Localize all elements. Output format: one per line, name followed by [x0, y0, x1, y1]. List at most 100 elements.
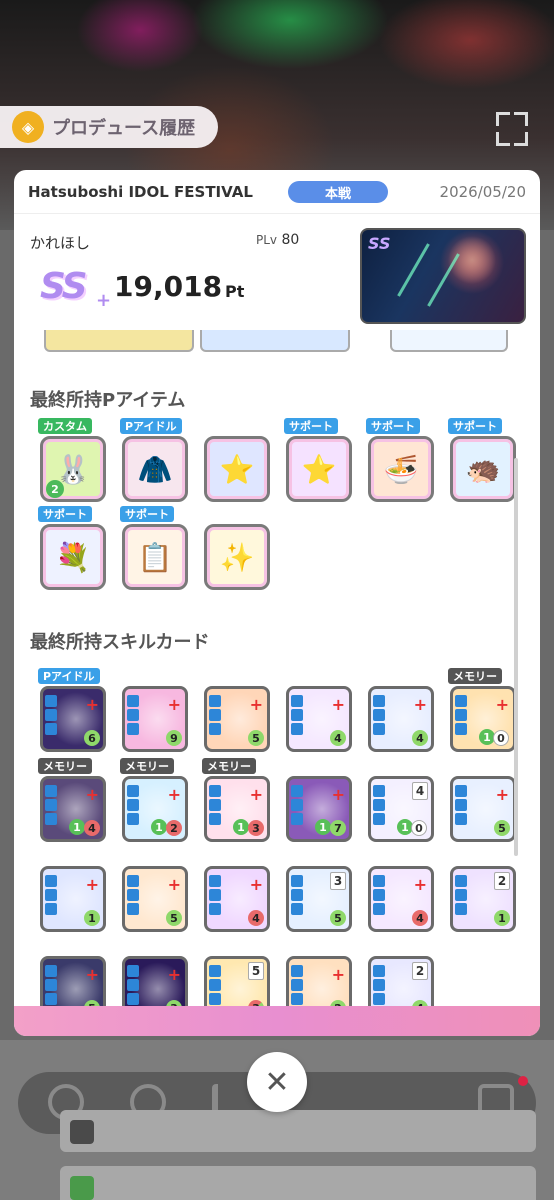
item-tag: サポート [38, 506, 92, 522]
effect-icon [127, 695, 139, 707]
p-item[interactable]: ⭐ [202, 434, 272, 504]
item-tag: サポート [366, 418, 420, 434]
effect-icon [127, 813, 139, 825]
item-tag: Pアイドル [120, 418, 182, 434]
scrollbar[interactable] [514, 458, 518, 856]
skill-card[interactable]: +9 [120, 684, 190, 754]
effect-icon [291, 903, 303, 915]
plv-label: PLv [256, 233, 278, 247]
effect-icon [209, 993, 221, 1005]
skill-card[interactable]: 24 [366, 954, 436, 1006]
crystal-icon: +1 4 [40, 776, 106, 842]
skill-card[interactable]: メモリー +1 4 [38, 758, 108, 844]
skill-card[interactable]: +4 [202, 864, 272, 934]
clapping-hands-icon: +5 [204, 686, 270, 752]
effect-icon [373, 993, 385, 1005]
stage-light [397, 243, 430, 297]
upgraded-plus-icon: + [85, 965, 99, 984]
effect-icons [209, 785, 223, 825]
skill-cost: 3 [248, 820, 264, 836]
effect-icons [45, 785, 59, 825]
skill-cost: 4 [84, 820, 100, 836]
skill-tag: メモリー [38, 758, 92, 774]
charm-bracelet-icon: ⭐ [286, 436, 352, 502]
signature-icon: 410 [368, 776, 434, 842]
skill-card[interactable]: +1 7 [284, 774, 354, 844]
skill-card[interactable]: メモリー +1 3 [202, 758, 272, 844]
skill-card[interactable]: 410 [366, 774, 436, 844]
p-item[interactable]: サポート 📋 [120, 506, 190, 592]
p-item[interactable]: サポート ⭐ [284, 418, 354, 504]
penlight-icon: ✨ [204, 524, 270, 590]
skill-cost: 9 [166, 730, 182, 746]
upgraded-plus-icon: + [167, 785, 181, 804]
effect-icons [127, 875, 141, 915]
effect-icons [127, 965, 141, 1005]
p-item[interactable]: サポート 💐 [38, 506, 108, 592]
skill-card[interactable]: 53 [202, 954, 272, 1006]
upgraded-plus-icon: + [413, 695, 427, 714]
effect-icons [127, 785, 141, 825]
close-button[interactable]: ✕ [247, 1052, 307, 1112]
effect-icon [45, 799, 57, 811]
skill-card[interactable]: 35 [284, 864, 354, 934]
skill-cost: 4 [248, 910, 264, 926]
skill-card[interactable]: +2 [284, 954, 354, 1006]
effect-icon [45, 723, 57, 735]
skill-card[interactable]: +5 [38, 954, 108, 1006]
cost-zero: 0 [493, 730, 509, 746]
skill-card[interactable]: メモリー +1 2 [120, 758, 190, 844]
upgraded-plus-icon: + [331, 785, 345, 804]
mascot-icon: +2 [286, 956, 352, 1006]
p-item[interactable]: ✨ [202, 522, 272, 592]
effect-icon [373, 979, 385, 991]
effect-icons [209, 875, 223, 915]
star-badge-icon: ⭐ [204, 436, 270, 502]
upgraded-plus-icon: + [167, 695, 181, 714]
uses-count: 3 [330, 872, 346, 890]
effect-icon [291, 993, 303, 1005]
skill-card[interactable]: メモリー +1 0 [448, 668, 518, 754]
skill-card[interactable]: +4 [284, 684, 354, 754]
skill-card[interactable]: 21 [448, 864, 518, 934]
hand-touch-icon: +1 3 [204, 776, 270, 842]
idol-thumbnail[interactable]: SS [360, 228, 526, 324]
history-card: Hatsuboshi IDOL FESTIVAL 本戦 2026/05/20 か… [14, 170, 540, 1036]
uses-count: 2 [412, 962, 428, 980]
effect-icons [291, 695, 305, 735]
skill-card[interactable]: +1 [38, 864, 108, 934]
skill-card[interactable]: +5 [120, 864, 190, 934]
uses-count: 2 [494, 872, 510, 890]
upgraded-plus-icon: + [249, 695, 263, 714]
event-name: Hatsuboshi IDOL FESTIVAL [28, 182, 253, 201]
effect-icon [127, 993, 139, 1005]
skill-cost: 1 [494, 910, 510, 926]
pink-star-icon: +9 [122, 686, 188, 752]
skill-card[interactable]: +5 [202, 684, 272, 754]
p-item[interactable]: サポート 🦔 [448, 418, 518, 504]
effect-icon [373, 889, 385, 901]
skill-card[interactable]: +5 [448, 774, 518, 844]
effect-icon [127, 709, 139, 721]
memory-count: 1 [315, 819, 331, 835]
ramen-pack-icon: 🍜 [368, 436, 434, 502]
heart-scissors-icon: +4 [286, 686, 352, 752]
effect-icon [127, 799, 139, 811]
hedgehog-plush-icon: 🦔 [450, 436, 516, 502]
p-item[interactable]: カスタム 🐰 2 [38, 418, 108, 504]
effect-icon [455, 799, 467, 811]
skill-card[interactable]: +4 [366, 864, 436, 934]
effect-icon [45, 875, 57, 887]
effect-icons [291, 785, 305, 825]
p-item[interactable]: サポート 🍜 [366, 418, 436, 504]
effect-icon [455, 723, 467, 735]
skill-card[interactable]: +4 [366, 684, 436, 754]
effect-icon [209, 813, 221, 825]
uses-count: 4 [412, 782, 428, 800]
effect-icon [291, 709, 303, 721]
flower-crown-icon: +1 0 [450, 686, 516, 752]
skill-card[interactable]: +3 [120, 954, 190, 1006]
history-scroll-area[interactable]: 最終所持Pアイテム カスタム 🐰 2 Pアイドル 🧥 ⭐ サポート ⭐ サポート 🍜 サポート 🦔 サポ… [14, 330, 540, 1006]
skill-card[interactable]: Pアイドル +6 [38, 668, 108, 754]
p-item[interactable]: Pアイドル 🧥 [120, 418, 190, 504]
